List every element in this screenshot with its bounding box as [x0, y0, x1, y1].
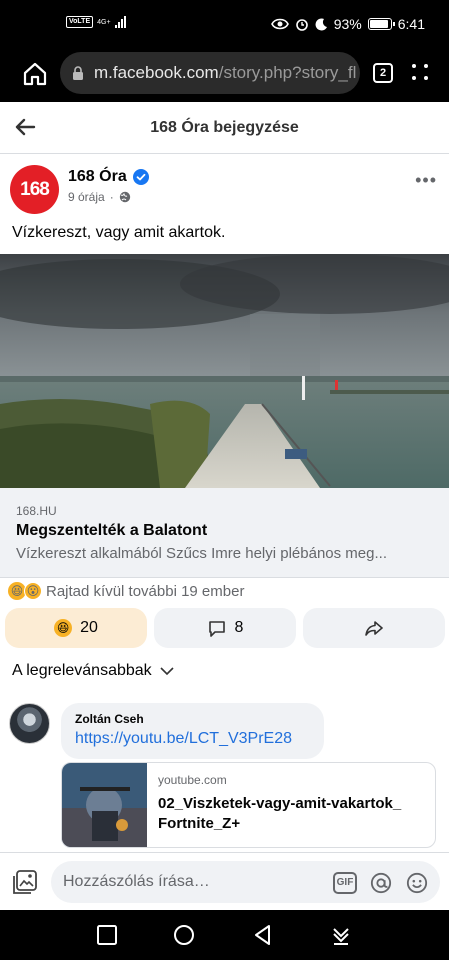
youtube-domain: youtube.com — [158, 773, 227, 787]
meta-separator: · — [109, 190, 114, 204]
home-icon[interactable] — [22, 61, 48, 87]
network-indicators: VoLTE 4G+ — [66, 16, 126, 28]
verified-badge-icon — [132, 169, 149, 185]
share-button[interactable] — [303, 608, 445, 648]
page-header: 168 Óra bejegyzése — [0, 102, 449, 154]
battery-percent: 93% — [333, 16, 362, 32]
hide-nav-icon[interactable] — [330, 924, 352, 946]
page-avatar[interactable]: 168 — [10, 165, 59, 214]
network-type: 4G+ — [97, 18, 111, 26]
link-preview-card[interactable]: 168.HU Megszentelték a Balatont Vízkeres… — [0, 488, 449, 578]
browser-toolbar: m.facebook.com/story.php?story_fl 2 — [0, 50, 449, 102]
page-name[interactable]: 168 Óra — [68, 168, 127, 186]
share-icon — [365, 621, 383, 636]
comment-author[interactable]: Zoltán Cseh — [75, 712, 310, 726]
wow-reaction-icon: 😮 — [24, 582, 42, 600]
post-time[interactable]: 9 órája — [68, 190, 105, 204]
post-meta: 9 órája · — [68, 190, 131, 204]
avatar[interactable] — [9, 703, 50, 744]
battery-icon — [367, 18, 395, 30]
comment-sort-dropdown[interactable]: A legrelevánsabbak — [12, 662, 174, 680]
comment-link[interactable]: https://youtu.be/LCT_V3PrE28 — [75, 730, 310, 748]
link-description: Vízkereszt alkalmából Szűcs Imre helyi p… — [16, 545, 387, 562]
comment-count: 8 — [234, 619, 244, 636]
volte-badge: VoLTE — [66, 16, 94, 28]
post-actions: 😆 20 8 — [5, 608, 445, 648]
system-nav-bar — [0, 910, 449, 960]
comment-icon — [208, 621, 225, 637]
chevron-down-icon — [160, 667, 174, 676]
alarm-icon — [295, 19, 308, 31]
browser-menu-icon[interactable] — [412, 64, 430, 82]
status-right: 93% 6:41 — [270, 16, 425, 32]
youtube-title: 02_Viszketek-vagy-amit-vakartok_ Fortnit… — [158, 795, 402, 832]
reaction-button[interactable]: 😆 20 — [5, 608, 147, 648]
back-nav-icon[interactable] — [252, 924, 274, 946]
link-title: Megszentelték a Balatont — [16, 522, 208, 539]
moon-icon — [315, 17, 327, 30]
post-text: Vízkereszt, vagy amit akartok. — [12, 224, 226, 241]
battery-fill — [369, 20, 388, 28]
comment-button[interactable]: 8 — [154, 608, 296, 648]
url-path: /story.php?story_fl — [218, 63, 357, 82]
lock-icon — [73, 66, 83, 80]
globe-icon — [119, 191, 130, 203]
back-arrow-icon[interactable] — [14, 116, 36, 138]
recents-icon[interactable] — [96, 924, 118, 946]
post-photo[interactable] — [0, 254, 449, 488]
emoji-icon[interactable] — [405, 872, 429, 894]
sort-label: A legrelevánsabbak — [12, 662, 152, 679]
reaction-count: 20 — [80, 619, 98, 636]
signal-icon — [114, 16, 126, 28]
eye-icon — [270, 18, 289, 30]
address-bar[interactable]: m.facebook.com/story.php?story_fl — [60, 52, 360, 94]
page-title: 168 Óra bejegyzése — [150, 118, 299, 136]
link-domain: 168.HU — [16, 504, 57, 518]
video-thumbnail — [62, 763, 147, 847]
gif-icon[interactable]: GIF — [333, 872, 357, 894]
home-nav-icon[interactable] — [173, 924, 195, 946]
post-header: 168 168 Óra 9 órája · ••• — [0, 160, 449, 218]
clock: 6:41 — [397, 16, 425, 32]
haha-reaction-icon: 😆 — [54, 619, 73, 637]
reactions-summary[interactable]: 😆 😮 Rajtad kívül további 19 ember — [8, 582, 244, 600]
reactions-text: Rajtad kívül további 19 ember — [46, 582, 245, 600]
more-options-icon[interactable]: ••• — [415, 170, 437, 191]
page-name-row: 168 Óra — [68, 168, 149, 186]
mention-icon[interactable] — [369, 872, 393, 894]
youtube-preview-card[interactable]: youtube.com 02_Viszketek-vagy-amit-vakar… — [61, 762, 436, 848]
status-bar: VoLTE 4G+ 93% 6:41 — [0, 0, 449, 50]
url-host: m.facebook.com — [94, 63, 219, 82]
comment-composer: GIF — [0, 852, 449, 910]
comment-bubble: Zoltán Cseh https://youtu.be/LCT_V3PrE28 — [61, 703, 324, 759]
photo-icon[interactable] — [12, 869, 38, 895]
tabs-button[interactable]: 2 — [373, 63, 393, 83]
